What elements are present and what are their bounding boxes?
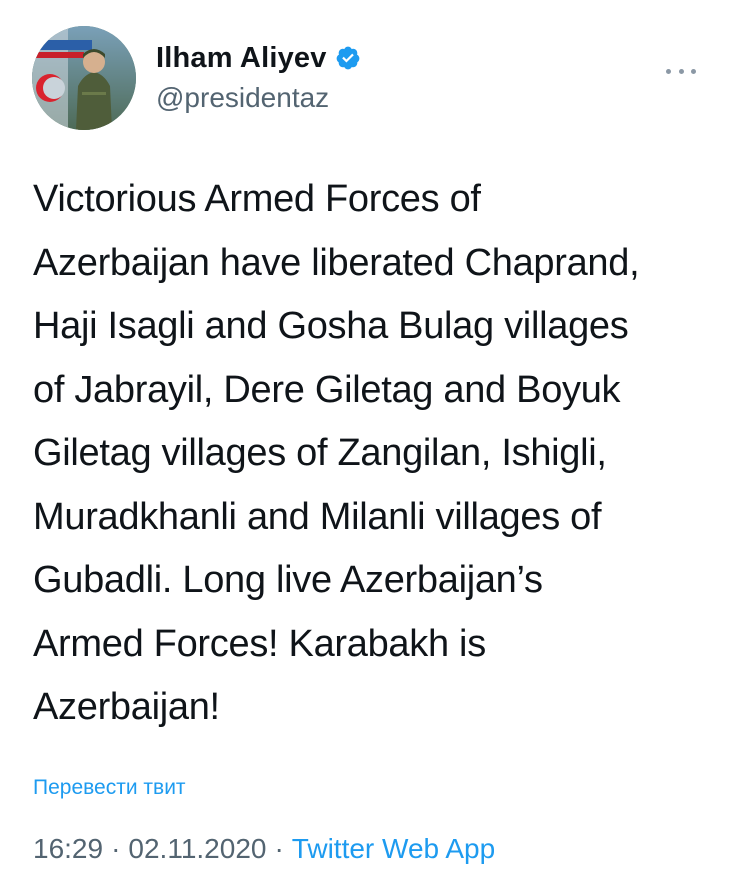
avatar[interactable] — [32, 26, 136, 130]
meta-separator: · — [111, 833, 121, 864]
tweet-header: Ilham Aliyev @presidentaz — [32, 26, 724, 132]
translate-tweet-link[interactable]: Перевести твит — [33, 776, 186, 800]
tweet-source-link[interactable]: Twitter Web App — [292, 833, 495, 865]
author-names: Ilham Aliyev @presidentaz — [156, 40, 361, 114]
avatar-image — [32, 26, 136, 130]
more-dot — [678, 68, 684, 74]
more-dot — [666, 68, 671, 74]
meta-separator: · — [274, 833, 284, 864]
verified-badge-icon — [335, 45, 361, 71]
more-options-icon[interactable] — [666, 66, 696, 76]
tweet: Ilham Aliyev @presidentaz Victorious Arm… — [0, 0, 750, 890]
name-row: Ilham Aliyev — [156, 40, 361, 76]
tweet-date[interactable]: 02.11.2020 — [128, 833, 266, 865]
more-dot — [691, 68, 696, 74]
tweet-meta: 16:29 · 02.11.2020 · Twitter Web App — [33, 833, 495, 865]
tweet-time[interactable]: 16:29 — [33, 833, 103, 865]
tweet-text: Victorious Armed Forces of Azerbaijan ha… — [33, 178, 640, 728]
author-handle[interactable]: @presidentaz — [156, 82, 361, 114]
author-display-name[interactable]: Ilham Aliyev — [156, 42, 327, 75]
